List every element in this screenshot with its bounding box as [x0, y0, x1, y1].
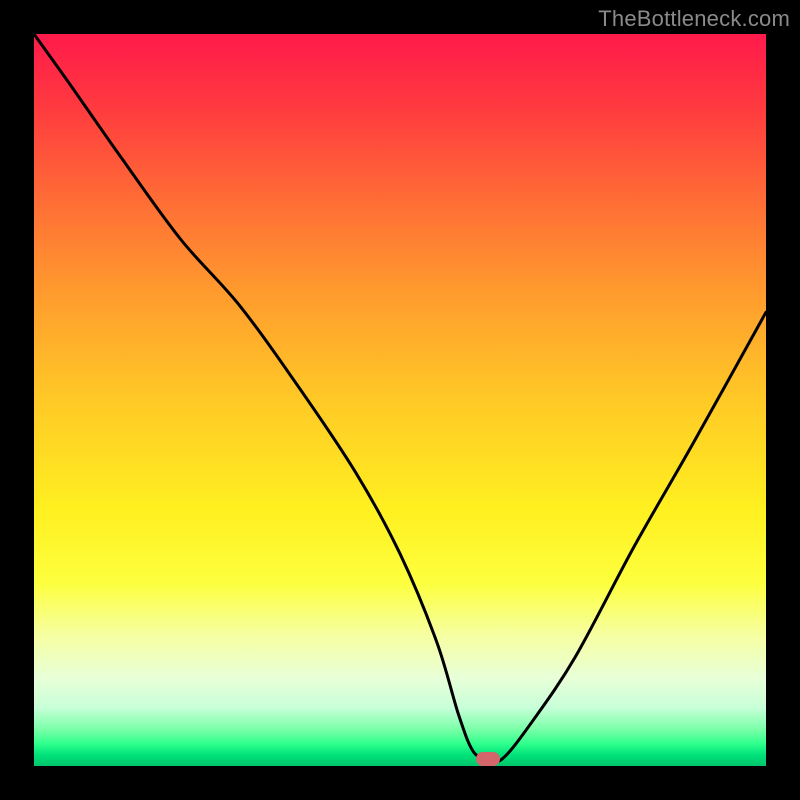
chart-frame: TheBottleneck.com — [0, 0, 800, 800]
plot-area — [34, 34, 766, 766]
watermark-text: TheBottleneck.com — [598, 6, 790, 32]
bottleneck-curve — [34, 34, 766, 766]
optimal-point-marker — [476, 752, 500, 766]
